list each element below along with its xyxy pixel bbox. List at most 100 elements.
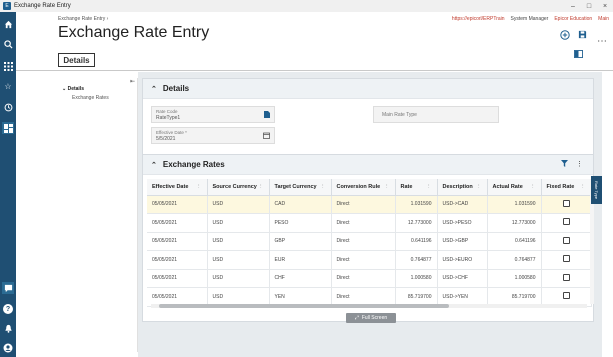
cell-conversion-rule[interactable]: Direct [331, 269, 396, 288]
fixed-rate-checkbox[interactable] [562, 273, 570, 281]
exchange-rates-header[interactable]: ⌃ Exchange Rates [143, 155, 593, 175]
minimize-button[interactable]: – [565, 3, 581, 10]
column-menu-icon[interactable]: ⋮ [196, 184, 202, 190]
cell-target-currency[interactable]: EUR [269, 250, 332, 270]
cell-target-currency[interactable]: GBP [269, 232, 332, 251]
filter-icon[interactable] [561, 160, 568, 169]
rate-code-field[interactable]: Rate Code RateType1 [151, 106, 275, 123]
column-menu-icon[interactable]: ⋮ [426, 184, 432, 190]
user-role[interactable]: System Manager [511, 16, 549, 22]
cell-actual-rate[interactable]: 12.773000 [487, 213, 542, 233]
fixed-rate-checkbox[interactable] [562, 292, 570, 300]
cell-source-currency[interactable]: USD [207, 269, 270, 288]
details-card-header[interactable]: ⌃ Details [143, 79, 593, 99]
column-header[interactable]: Source Currency ⋮ [207, 179, 270, 196]
cell-description[interactable]: USD->GBP [437, 232, 488, 251]
scrollbar-thumb[interactable] [159, 304, 449, 308]
column-header[interactable]: Target Currency ⋮ [269, 179, 332, 196]
save-icon[interactable] [578, 30, 587, 43]
cell-description[interactable]: USD->CHF [437, 269, 488, 288]
chevron-up-icon[interactable]: ⌃ [151, 161, 157, 169]
help-icon[interactable]: ? [3, 304, 13, 314]
cell-actual-rate[interactable]: 0.764877 [487, 250, 542, 270]
collapse-nav-icon[interactable]: ⇤ [130, 78, 135, 85]
cell-rate[interactable]: 1.031590 [395, 195, 438, 214]
cell-conversion-rule[interactable]: Direct [331, 232, 396, 251]
table-row[interactable]: 05/05/2021 USD PESO Direct 12.773000 USD… [147, 213, 592, 233]
add-new-icon[interactable] [560, 30, 570, 43]
cell-source-currency[interactable]: USD [207, 250, 270, 270]
effective-date-field[interactable]: Effective Date * 5/5/2021 [151, 127, 275, 144]
cell-conversion-rule[interactable]: Direct [331, 213, 396, 233]
cell-source-currency[interactable]: USD [207, 232, 270, 251]
fixed-rate-checkbox[interactable] [562, 255, 570, 263]
breadcrumb[interactable]: Exchange Rate Entry › [58, 16, 108, 22]
notification-icon[interactable] [2, 322, 14, 334]
column-header[interactable]: Actual Rate ⋮ [487, 179, 542, 196]
cell-source-currency[interactable]: USD [207, 213, 270, 233]
cell-actual-rate[interactable]: 1.000580 [487, 269, 542, 288]
cell-effective-date[interactable]: 05/05/2021 [147, 232, 208, 251]
side-panel-tab[interactable]: Rate Type [591, 176, 602, 204]
column-menu-icon[interactable]: ⋮ [258, 184, 264, 190]
site-link[interactable]: Main [598, 16, 609, 22]
column-menu-icon[interactable]: ⋮ [530, 184, 536, 190]
column-header[interactable]: Fixed Rate ⋮ [541, 179, 592, 196]
cell-description[interactable]: USD->EURO [437, 250, 488, 270]
home-icon[interactable] [2, 18, 14, 30]
fixed-rate-checkbox[interactable] [562, 199, 570, 207]
company-link[interactable]: Epicor Education [554, 16, 592, 22]
cell-target-currency[interactable]: CHF [269, 269, 332, 288]
column-menu-icon[interactable]: ⋮ [580, 184, 586, 190]
cell-rate[interactable]: 0.764877 [395, 250, 438, 270]
cell-effective-date[interactable]: 05/05/2021 [147, 269, 208, 288]
chat-icon[interactable] [2, 282, 14, 294]
main-rate-type-field[interactable]: Main Rate Type [373, 106, 499, 123]
close-button[interactable]: × [597, 3, 613, 10]
column-header[interactable]: Description ⋮ [437, 179, 488, 196]
column-header[interactable]: Effective Date ⋮ [147, 179, 208, 196]
cell-source-currency[interactable]: USD [207, 195, 270, 214]
cell-effective-date[interactable]: 05/05/2021 [147, 213, 208, 233]
cell-rate[interactable]: 1.000580 [395, 269, 438, 288]
cell-target-currency[interactable]: PESO [269, 213, 332, 233]
star-icon[interactable]: ☆ [2, 80, 14, 92]
fixed-rate-checkbox[interactable] [562, 236, 570, 244]
table-row[interactable]: 05/05/2021 USD GBP Direct 0.641196 USD->… [147, 232, 592, 251]
cell-conversion-rule[interactable]: Direct [331, 250, 396, 270]
server-url-link[interactable]: https://epicorl/ERPTrain [452, 16, 505, 22]
cell-rate[interactable]: 0.641196 [395, 232, 438, 251]
cell-actual-rate[interactable]: 0.641196 [487, 232, 542, 251]
dashboard-icon[interactable] [2, 122, 14, 134]
grid-more-icon[interactable]: ⋮ [576, 160, 583, 169]
chevron-up-icon[interactable]: ⌃ [151, 85, 157, 93]
column-menu-icon[interactable]: ⋮ [320, 184, 326, 190]
column-menu-icon[interactable]: ⋮ [384, 184, 390, 190]
nav-item-details[interactable]: ⌄ Details [62, 86, 84, 92]
full-screen-button[interactable]: ⤢ Full Screen [346, 313, 396, 323]
nav-item-exchange-rates[interactable]: Exchange Rates [72, 95, 109, 101]
column-header[interactable]: Rate ⋮ [395, 179, 438, 196]
cell-rate[interactable]: 12.773000 [395, 213, 438, 233]
fixed-rate-checkbox[interactable] [562, 218, 570, 226]
side-panel-icon[interactable] [574, 50, 583, 60]
cell-target-currency[interactable]: CAD [269, 195, 332, 214]
calendar-icon[interactable] [263, 132, 270, 141]
cell-effective-date[interactable]: 05/05/2021 [147, 250, 208, 270]
cell-actual-rate[interactable]: 1.031590 [487, 195, 542, 214]
cell-effective-date[interactable]: 05/05/2021 [147, 195, 208, 214]
table-row[interactable]: 05/05/2021 USD EUR Direct 0.764877 USD->… [147, 250, 592, 270]
column-header[interactable]: Conversion Rule ⋮ [331, 179, 396, 196]
user-icon[interactable] [2, 342, 14, 354]
grid-horizontal-scrollbar[interactable] [151, 304, 587, 308]
table-row[interactable]: 05/05/2021 USD CHF Direct 1.000580 USD->… [147, 269, 592, 288]
cell-conversion-rule[interactable]: Direct [331, 195, 396, 214]
more-options-icon[interactable]: ⋯ [597, 36, 607, 47]
cell-description[interactable]: USD->CAD [437, 195, 488, 214]
apps-grid-icon[interactable] [2, 60, 14, 72]
table-row[interactable]: 05/05/2021 USD CAD Direct 1.031590 USD->… [147, 195, 592, 214]
search-icon[interactable] [2, 38, 14, 50]
history-icon[interactable] [2, 101, 14, 113]
tab-details[interactable]: Details [58, 53, 95, 67]
cell-description[interactable]: USD->PESO [437, 213, 488, 233]
